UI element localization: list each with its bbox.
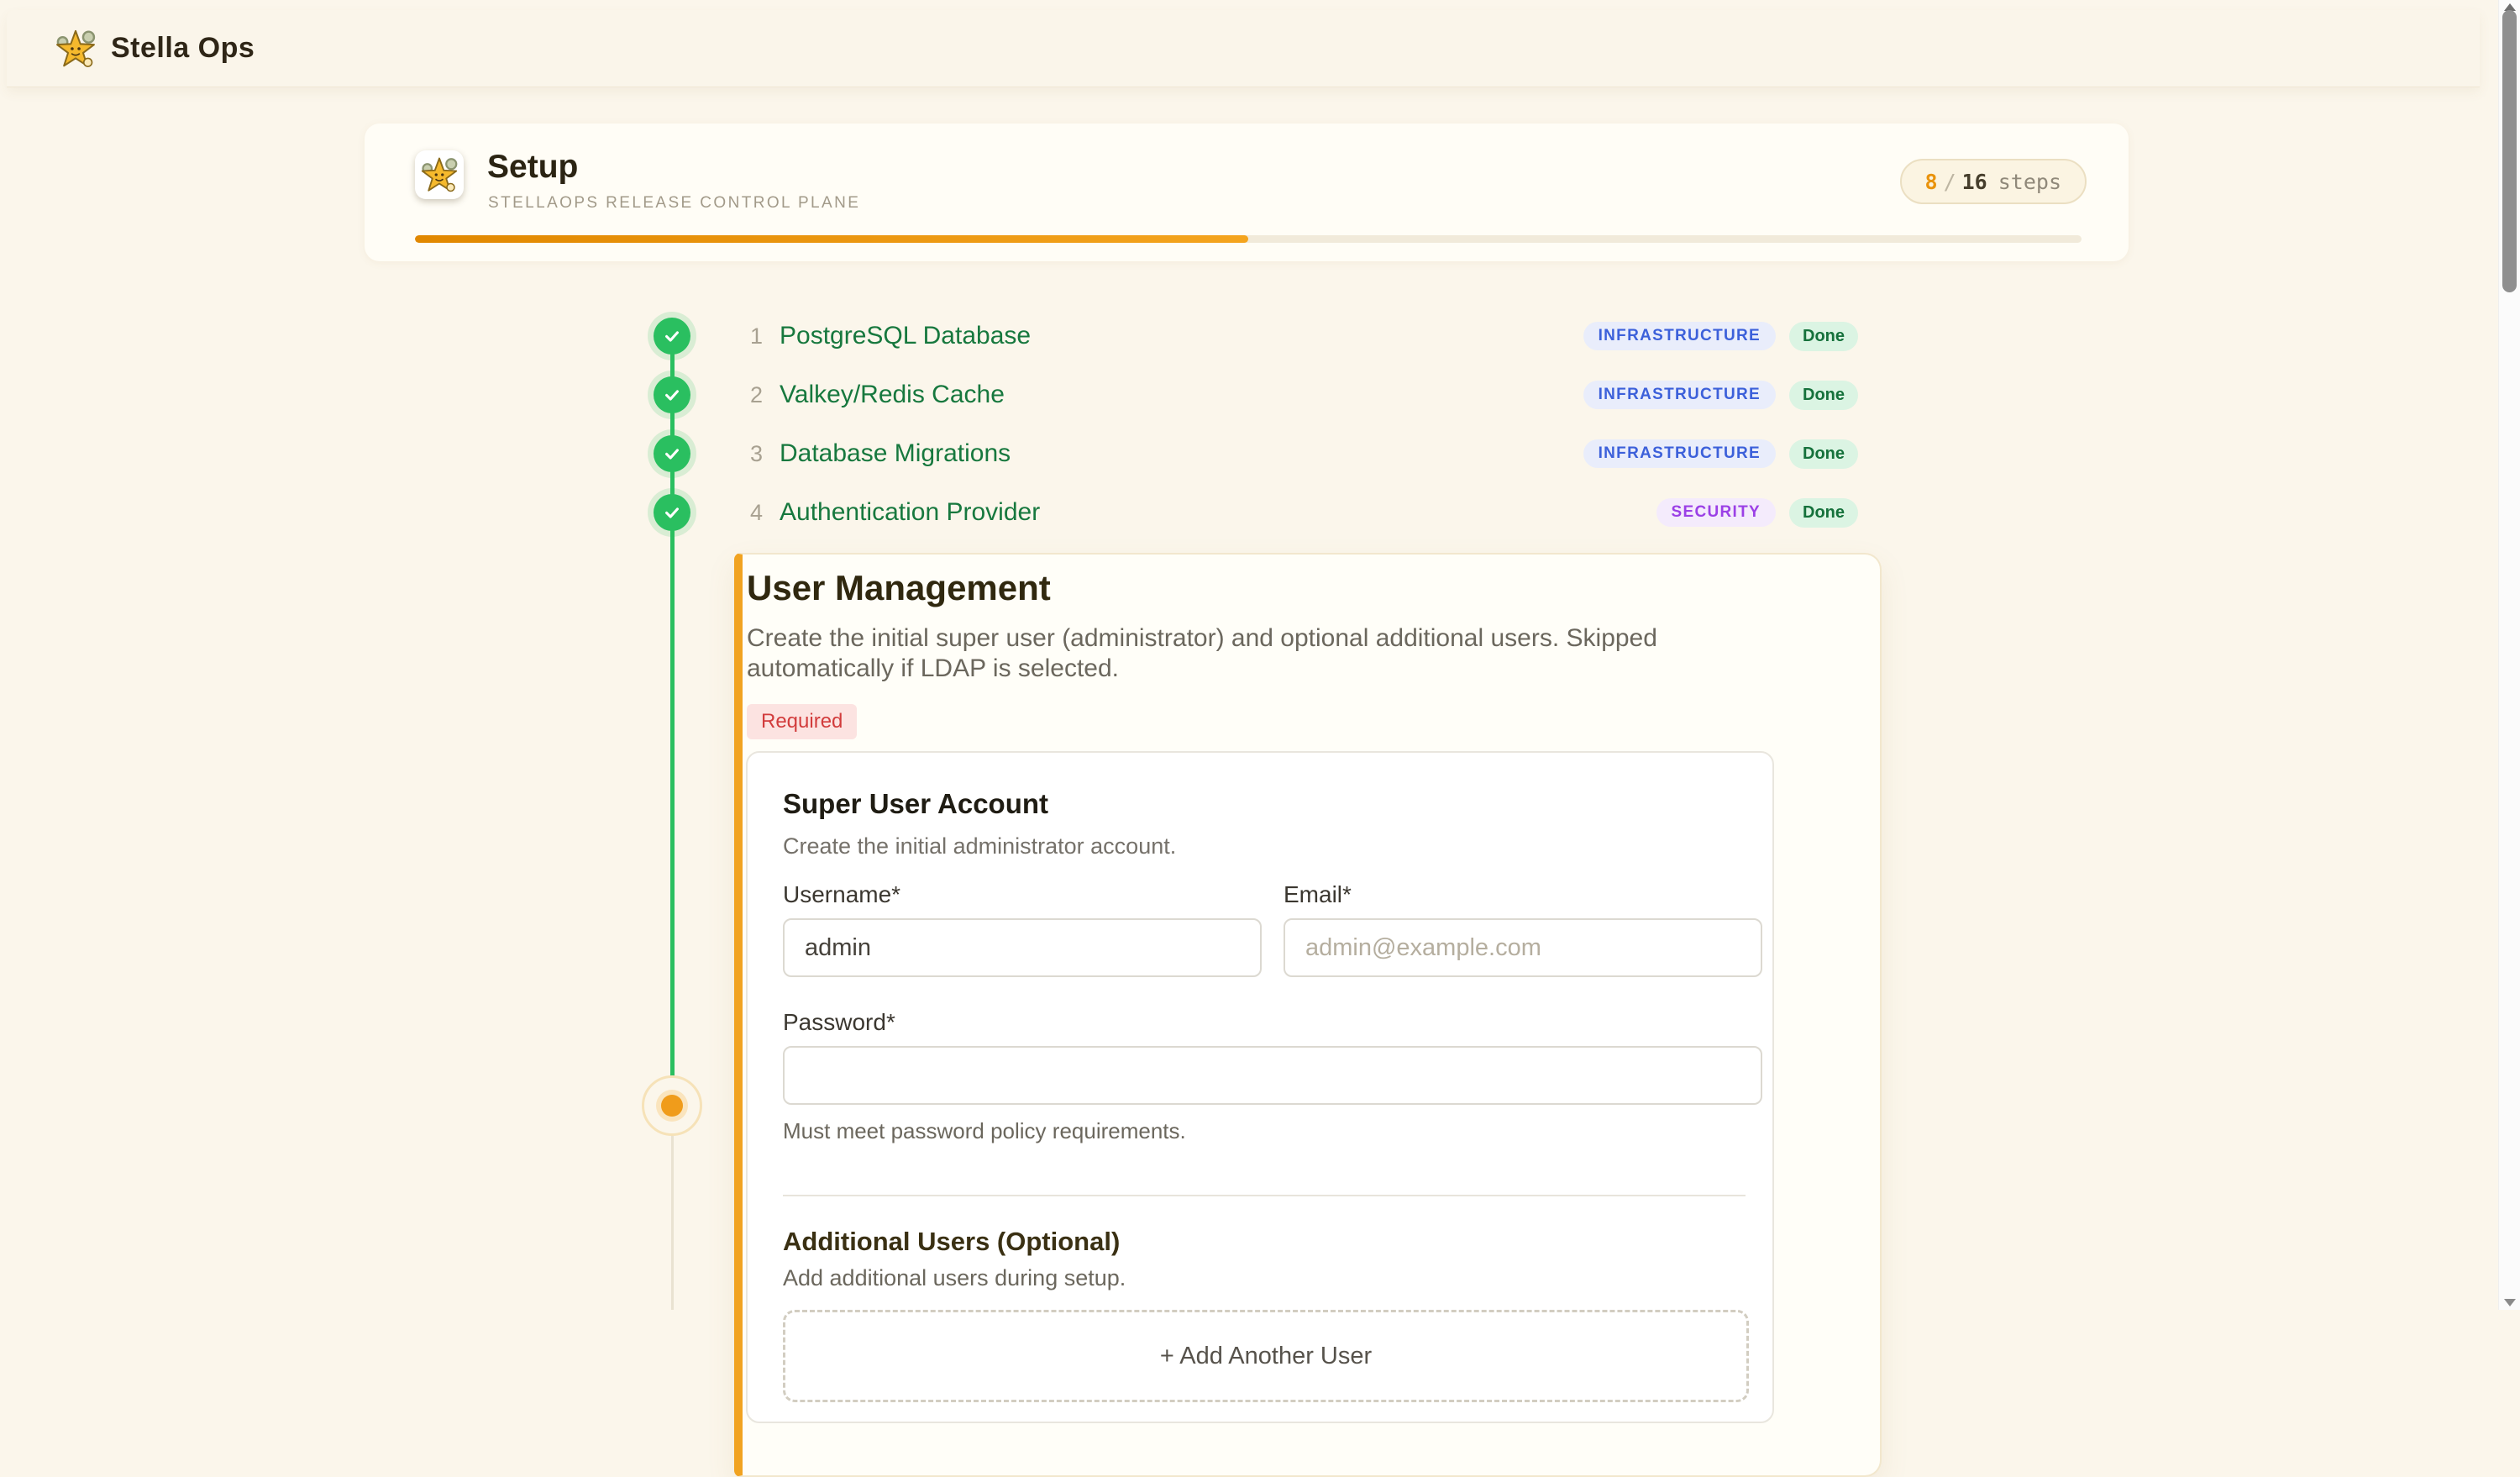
- steps-label: steps: [1998, 170, 2061, 194]
- step-category-badge: SECURITY: [1656, 498, 1776, 527]
- step-category-badge: INFRASTRUCTURE: [1583, 439, 1776, 468]
- super-user-subheading: Create the initial administrator account…: [783, 833, 1762, 859]
- add-another-user-button[interactable]: + Add Another User: [783, 1310, 1749, 1402]
- setup-progress-fill: [415, 235, 1248, 243]
- email-input[interactable]: [1284, 918, 1762, 977]
- setup-logo-badge: [415, 150, 464, 199]
- section-description-line1: Create the initial super user (administr…: [747, 623, 1880, 654]
- password-input[interactable]: [783, 1046, 1762, 1105]
- step-title[interactable]: Valkey/Redis Cache: [780, 381, 1005, 409]
- password-field-group: Password* Must meet password policy requ…: [783, 1009, 1762, 1144]
- steps-counter-badge: 8 / 16 steps: [1900, 159, 2087, 204]
- email-label: Email*: [1284, 881, 1762, 908]
- additional-users-subheading: Add additional users during setup.: [783, 1265, 1762, 1291]
- scrollbar-track[interactable]: [2498, 0, 2520, 1310]
- password-label: Password*: [783, 1009, 1762, 1036]
- stellaops-logo-icon: [54, 27, 97, 71]
- step-category-badge: INFRASTRUCTURE: [1583, 381, 1776, 409]
- steps-done-count: 8: [1925, 170, 1938, 194]
- step-number: 3: [738, 441, 763, 467]
- step-status-badge: Done: [1789, 498, 1858, 528]
- section-description: Create the initial super user (administr…: [747, 623, 1880, 684]
- setup-progress-card: Setup STELLAOPS RELEASE CONTROL PLANE 8 …: [365, 124, 2129, 261]
- password-help-text: Must meet password policy requirements.: [783, 1118, 1762, 1144]
- steps-total-count: 16: [1962, 170, 1987, 194]
- app-header: Stella Ops: [7, 10, 2480, 87]
- form-divider: [783, 1195, 1746, 1196]
- steps-separator: /: [1944, 170, 1956, 194]
- step-complete-check-icon: [654, 376, 690, 413]
- step-complete-check-icon: [654, 494, 690, 531]
- super-user-form-card: Super User Account Create the initial ad…: [746, 751, 1774, 1423]
- setup-logo-icon: [419, 155, 459, 195]
- setup-progress-track: [415, 235, 2082, 243]
- step-complete-check-icon: [654, 435, 690, 472]
- timeline-upcoming-rail: [671, 1136, 674, 1310]
- scroll-down-arrow-icon[interactable]: [2504, 1299, 2516, 1306]
- step-complete-check-icon: [654, 318, 690, 355]
- setup-subtitle: STELLAOPS RELEASE CONTROL PLANE: [488, 194, 860, 213]
- setup-title: Setup: [487, 149, 578, 186]
- step-status-badge: Done: [1789, 439, 1858, 469]
- email-field-group: Email*: [1284, 881, 1762, 977]
- step-status-badge: Done: [1789, 322, 1858, 351]
- step-number: 4: [738, 500, 763, 526]
- additional-users-heading: Additional Users (Optional): [783, 1227, 1762, 1257]
- setup-page: { "header": { "brand": "Stella Ops" }, "…: [0, 0, 2520, 1310]
- section-description-line2: automatically if LDAP is selected.: [747, 654, 1880, 684]
- scrollbar-thumb[interactable]: [2502, 10, 2517, 292]
- super-user-heading: Super User Account: [783, 788, 1762, 820]
- steps-list: 1 PostgreSQL Database INFRASTRUCTURE Don…: [654, 307, 1858, 542]
- step-title[interactable]: PostgreSQL Database: [780, 322, 1031, 350]
- current-step-dot-icon: [661, 1095, 683, 1117]
- username-label: Username*: [783, 881, 1262, 908]
- step-number: 2: [738, 382, 763, 408]
- step-status-badge: Done: [1789, 381, 1858, 410]
- section-title: User Management: [747, 568, 1880, 608]
- required-badge: Required: [747, 704, 857, 739]
- step-title[interactable]: Authentication Provider: [780, 498, 1040, 527]
- username-input[interactable]: [783, 918, 1262, 977]
- username-field-group: Username*: [783, 881, 1262, 977]
- step-row-auth-provider[interactable]: 4 Authentication Provider SECURITY Done: [654, 483, 1858, 542]
- user-management-panel: User Management Create the initial super…: [734, 553, 1882, 1477]
- step-title[interactable]: Database Migrations: [780, 439, 1011, 468]
- brand-name: Stella Ops: [111, 32, 255, 65]
- step-category-badge: INFRASTRUCTURE: [1583, 322, 1776, 350]
- step-row-valkey-redis[interactable]: 2 Valkey/Redis Cache INFRASTRUCTURE Done: [654, 365, 1858, 424]
- step-row-postgresql[interactable]: 1 PostgreSQL Database INFRASTRUCTURE Don…: [654, 307, 1858, 365]
- step-row-db-migrations[interactable]: 3 Database Migrations INFRASTRUCTURE Don…: [654, 424, 1858, 483]
- step-number: 1: [738, 323, 763, 350]
